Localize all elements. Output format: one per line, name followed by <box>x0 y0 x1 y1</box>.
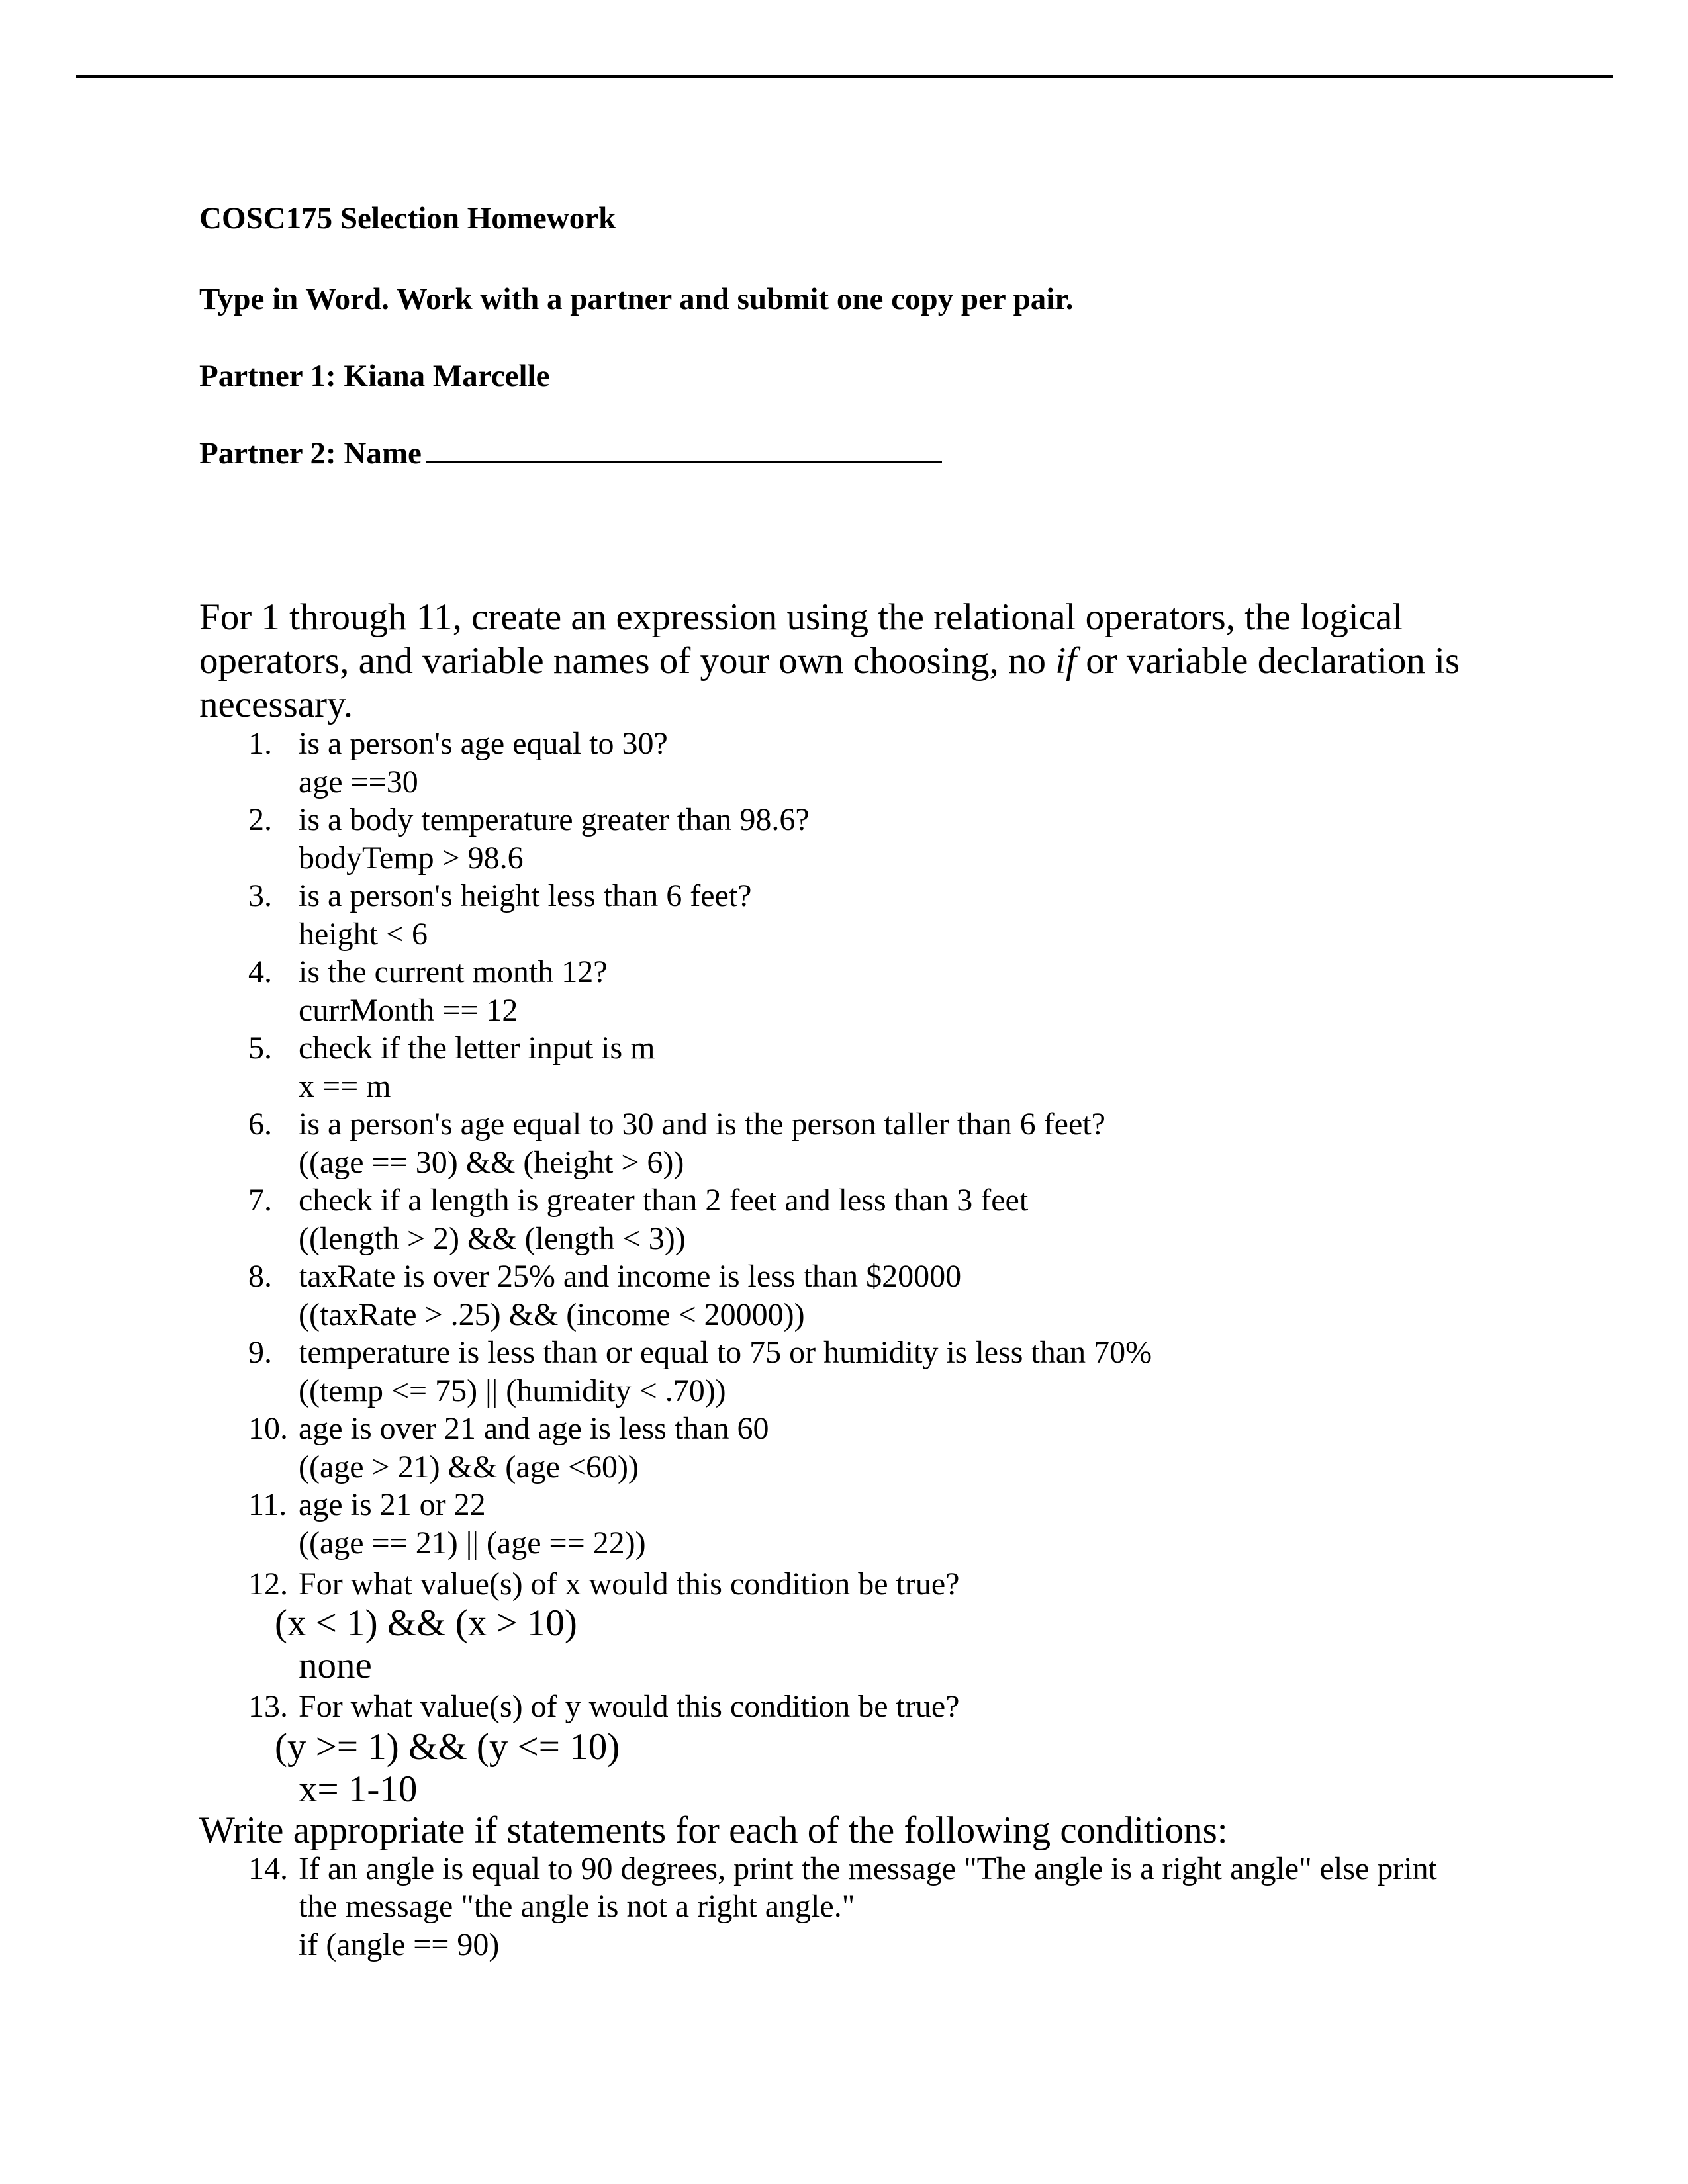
question-answer: ((age == 21) || (age == 22)) <box>299 1525 646 1561</box>
question-answer: age ==30 <box>299 764 418 799</box>
question-answer: bodyTemp > 98.6 <box>299 840 524 876</box>
question-prompt: is a person's age equal to 30 and is the… <box>299 1107 1105 1142</box>
question-prompt: check if a length is greater than 2 feet… <box>299 1183 1029 1218</box>
question-prompt: For what value(s) of y would this condit… <box>299 1689 960 1724</box>
question-number: 6. <box>248 1107 272 1142</box>
question-answer: none <box>299 1645 372 1686</box>
question-answer: ((taxRate > .25) && (income < 20000)) <box>299 1297 805 1332</box>
partner-2-name-blank <box>425 434 942 463</box>
question-prompt: check if the letter input is m <box>299 1030 655 1066</box>
instructions: Type in Word. Work with a partner and su… <box>199 282 1074 316</box>
question-answer: ((length > 2) && (length < 3)) <box>299 1220 686 1256</box>
question-prompt: is a person's age equal to 30? <box>299 726 668 761</box>
question-prompt: age is over 21 and age is less than 60 <box>299 1411 769 1446</box>
question-prompt: is a person's height less than 6 feet? <box>299 878 752 913</box>
partner-1: Partner 1: Kiana Marcelle <box>199 359 550 393</box>
question-number: 7. <box>248 1183 272 1218</box>
question-expression: (x < 1) && (x > 10) <box>275 1602 577 1644</box>
question-answer: ((age > 21) && (age <60)) <box>299 1449 639 1484</box>
intro-paragraph: For 1 through 11, create an expression u… <box>199 596 1490 727</box>
document-title: COSC175 Selection Homework <box>199 201 616 236</box>
question-number: 1. <box>248 726 272 761</box>
question-number: 9. <box>248 1335 272 1370</box>
question-number: 11. <box>248 1487 287 1522</box>
question-answer: ((temp <= 75) || (humidity < .70)) <box>299 1373 726 1408</box>
partner-2: Partner 2: Name <box>199 434 942 472</box>
question-answer: ((age == 30) && (height > 6)) <box>299 1144 684 1180</box>
question-prompt: age is 21 or 22 <box>299 1487 486 1522</box>
question-prompt: is a body temperature greater than 98.6? <box>299 802 810 837</box>
question-prompt: is the current month 12? <box>299 954 608 989</box>
question-number: 14. <box>248 1851 288 1886</box>
question-prompt-line-1: If an angle is equal to 90 degrees, prin… <box>299 1851 1437 1886</box>
question-prompt: For what value(s) of x would this condit… <box>299 1567 960 1602</box>
question-answer: currMonth == 12 <box>299 992 518 1028</box>
question-prompt: temperature is less than or equal to 75 … <box>299 1335 1152 1370</box>
question-number: 13. <box>248 1689 288 1724</box>
question-number: 8. <box>248 1259 272 1294</box>
question-answer: if (angle == 90) <box>299 1927 500 1962</box>
header-rule <box>76 75 1613 78</box>
question-number: 3. <box>248 878 272 913</box>
question-prompt-line-2: the message "the angle is not a right an… <box>299 1889 855 1924</box>
question-number: 12. <box>248 1567 288 1602</box>
question-number: 5. <box>248 1030 272 1066</box>
question-answer: x == m <box>299 1068 391 1104</box>
intro-italic-if: if <box>1055 640 1076 682</box>
question-expression: (y >= 1) && (y <= 10) <box>275 1726 620 1768</box>
question-answer: x= 1-10 <box>299 1768 418 1810</box>
section-heading: Write appropriate if statements for each… <box>199 1809 1228 1851</box>
partner-2-label: Partner 2: Name <box>199 436 422 471</box>
question-prompt: taxRate is over 25% and income is less t… <box>299 1259 962 1294</box>
question-number: 2. <box>248 802 272 837</box>
question-number: 4. <box>248 954 272 989</box>
question-answer: height < 6 <box>299 916 428 952</box>
question-number: 10. <box>248 1411 288 1446</box>
